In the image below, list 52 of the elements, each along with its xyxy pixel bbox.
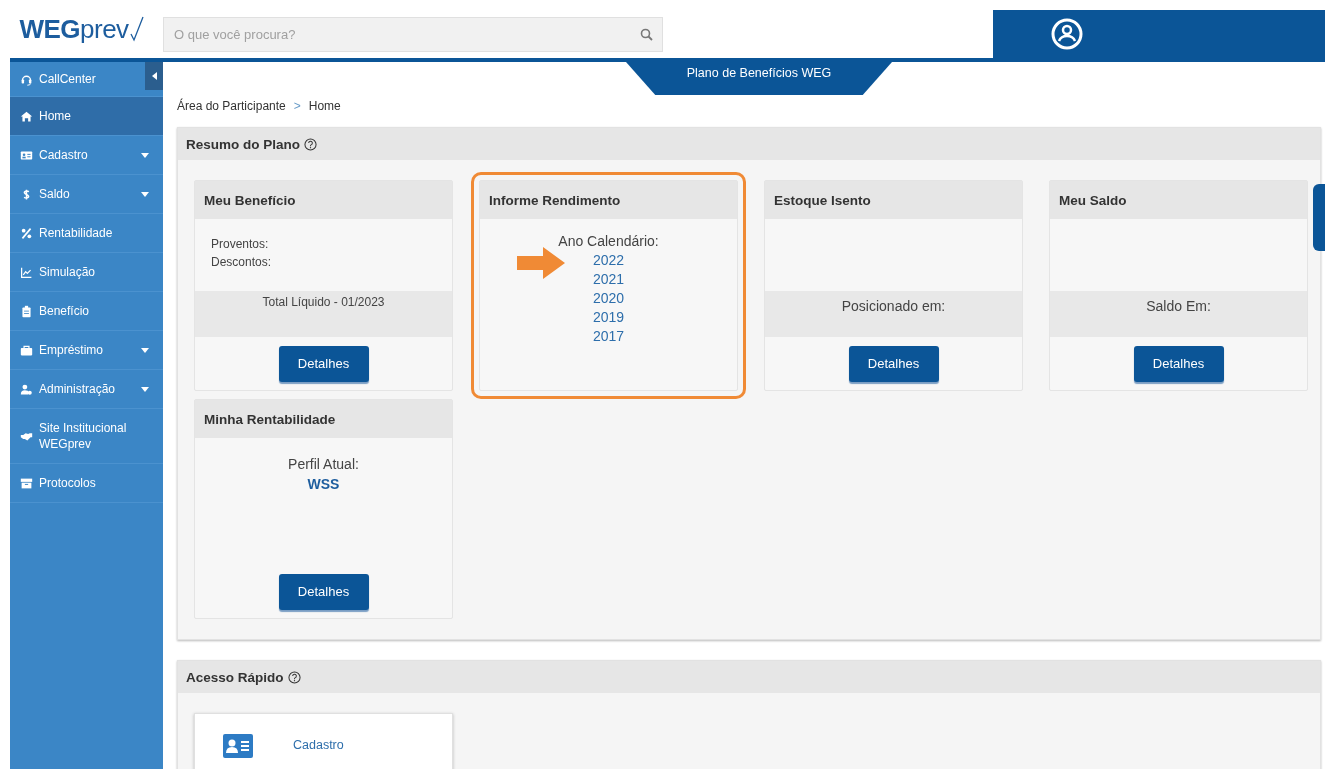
- home-icon: [20, 109, 33, 123]
- help-icon[interactable]: [304, 137, 317, 151]
- details-button[interactable]: Detalhes: [278, 345, 369, 382]
- caret-icon: [151, 72, 157, 80]
- sidebar-item[interactable]: Home: [10, 97, 163, 136]
- band-label: Posicionado em:: [841, 298, 946, 316]
- caret-icon: [141, 191, 149, 197]
- caret-icon: [141, 152, 149, 158]
- year-link[interactable]: 2021: [592, 271, 625, 287]
- panel-title: Acesso Rápido: [186, 669, 284, 685]
- search-icon[interactable]: [640, 28, 653, 41]
- details-button[interactable]: Detalhes: [1133, 345, 1224, 382]
- amount-label: Descontos:: [211, 254, 273, 271]
- breadcrumb-separator: >: [293, 99, 301, 113]
- briefcase-icon: [20, 343, 33, 357]
- search-field[interactable]: O que você procura?: [163, 17, 663, 52]
- logo[interactable]: WEGprev: [19, 13, 144, 45]
- percent-icon: [20, 226, 33, 240]
- help-icon[interactable]: [287, 670, 301, 684]
- year-link[interactable]: 2020: [592, 290, 625, 306]
- caret-icon: [141, 386, 149, 392]
- card-title: Estoque Isento: [774, 192, 871, 208]
- breadcrumb-item: Home: [308, 99, 341, 113]
- card-title: Meu Benefício: [204, 192, 296, 208]
- caret-icon: [141, 347, 149, 353]
- card-title: Informe Rendimento: [489, 192, 621, 208]
- band-label: Total Líquido - 01/2023: [262, 295, 385, 311]
- collapse-button[interactable]: [145, 62, 163, 90]
- profile-label: Perfil Atual:: [288, 456, 359, 472]
- line-chart-icon: [20, 265, 33, 279]
- amount-label: Proventos:: [211, 236, 270, 253]
- id-card-icon: [20, 148, 33, 162]
- card-title: Minha Rentabilidade: [204, 411, 336, 427]
- quick-access-card[interactable]: Cadastro: [194, 713, 453, 769]
- profile-value: WSS: [307, 476, 340, 492]
- details-button[interactable]: Detalhes: [848, 345, 939, 382]
- arrow-icon: [517, 247, 565, 279]
- breadcrumb-item[interactable]: Área do Participante: [177, 99, 286, 113]
- year-link[interactable]: 2017: [592, 328, 625, 344]
- user-icon[interactable]: [1051, 18, 1083, 50]
- card-title: Meu Saldo: [1059, 192, 1127, 208]
- details-button[interactable]: Detalhes: [278, 573, 369, 610]
- archive-icon: [20, 476, 33, 490]
- year-link[interactable]: 2022: [592, 252, 625, 268]
- year-label: Ano Calendário:: [558, 233, 659, 249]
- quick-access-link[interactable]: Cadastro: [293, 738, 344, 752]
- year-link[interactable]: 2019: [592, 309, 625, 325]
- user-gear-icon: [20, 382, 33, 396]
- band-label: Saldo Em:: [1146, 298, 1211, 316]
- id-card-icon: [223, 734, 253, 758]
- panel-title: Resumo do Plano: [186, 136, 300, 152]
- clipboard-icon: [20, 304, 33, 318]
